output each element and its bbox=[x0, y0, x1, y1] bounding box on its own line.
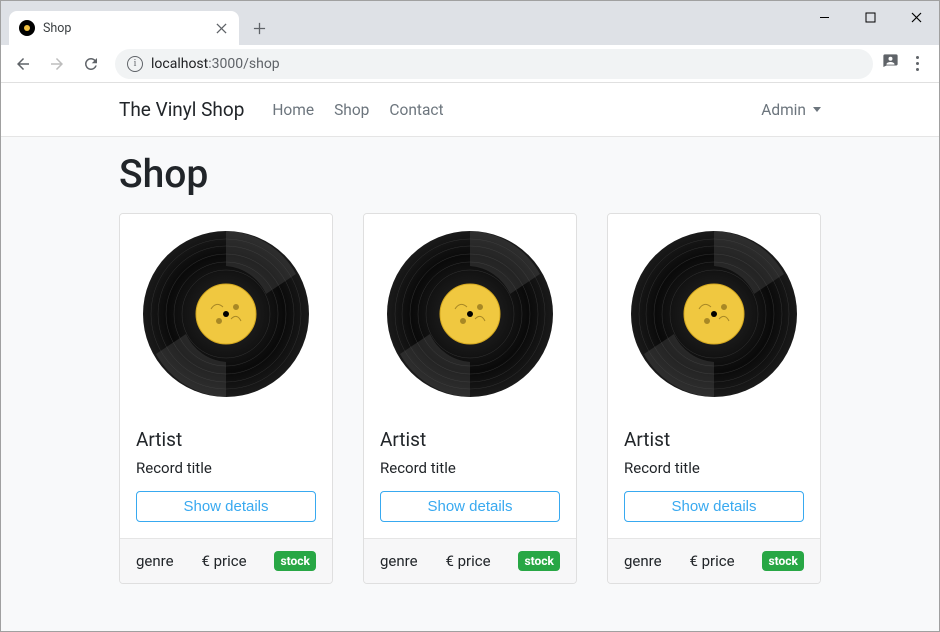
tab-close-button[interactable] bbox=[214, 17, 229, 40]
reload-button[interactable] bbox=[75, 48, 107, 80]
product-price: € price bbox=[445, 552, 490, 570]
nav-link-shop[interactable]: Shop bbox=[324, 95, 379, 125]
page-title: Shop bbox=[119, 151, 821, 197]
favicon-icon bbox=[19, 20, 35, 36]
site-info-icon[interactable]: i bbox=[127, 56, 143, 72]
new-tab-button[interactable] bbox=[245, 14, 273, 42]
url-host: localhost bbox=[151, 56, 208, 72]
window-close-button[interactable] bbox=[893, 1, 939, 33]
browser-menu-button[interactable] bbox=[908, 52, 927, 75]
admin-dropdown[interactable]: Admin bbox=[761, 101, 821, 119]
product-genre: genre bbox=[624, 552, 662, 570]
tab-title: Shop bbox=[43, 21, 214, 36]
product-image bbox=[364, 214, 576, 414]
show-details-button[interactable]: Show details bbox=[624, 491, 804, 522]
product-price: € price bbox=[201, 552, 246, 570]
vinyl-record-icon bbox=[141, 229, 311, 399]
product-artist: Artist bbox=[380, 428, 560, 451]
vinyl-record-icon bbox=[629, 229, 799, 399]
stock-badge: stock bbox=[762, 551, 804, 571]
site-brand[interactable]: The Vinyl Shop bbox=[119, 98, 244, 121]
product-artist: Artist bbox=[624, 428, 804, 451]
product-image bbox=[608, 214, 820, 414]
product-title: Record title bbox=[136, 459, 316, 477]
browser-toolbar: i localhost:3000/shop bbox=[1, 45, 939, 83]
window-titlebar: Shop bbox=[1, 1, 939, 45]
product-card: Artist Record title Show details genre €… bbox=[363, 213, 577, 584]
product-price: € price bbox=[689, 552, 734, 570]
product-genre: genre bbox=[136, 552, 174, 570]
page-viewport[interactable]: The Vinyl Shop Home Shop Contact Admin S… bbox=[1, 83, 939, 631]
account-icon[interactable] bbox=[881, 52, 900, 75]
window-maximize-button[interactable] bbox=[847, 1, 893, 33]
window-minimize-button[interactable] bbox=[801, 1, 847, 33]
show-details-button[interactable]: Show details bbox=[136, 491, 316, 522]
address-bar[interactable]: i localhost:3000/shop bbox=[115, 49, 873, 79]
stock-badge: stock bbox=[274, 551, 316, 571]
window-controls bbox=[801, 1, 939, 33]
site-navbar: The Vinyl Shop Home Shop Contact Admin bbox=[1, 83, 939, 137]
stock-badge: stock bbox=[518, 551, 560, 571]
nav-link-contact[interactable]: Contact bbox=[379, 95, 453, 125]
browser-tab[interactable]: Shop bbox=[9, 11, 239, 45]
nav-link-home[interactable]: Home bbox=[262, 95, 324, 125]
browser-window: Shop bbox=[0, 0, 940, 632]
vinyl-record-icon bbox=[385, 229, 555, 399]
product-title: Record title bbox=[380, 459, 560, 477]
product-card: Artist Record title Show details genre €… bbox=[607, 213, 821, 584]
url-text: localhost:3000/shop bbox=[151, 56, 280, 72]
product-grid: Artist Record title Show details genre €… bbox=[119, 213, 821, 584]
admin-label: Admin bbox=[761, 101, 806, 119]
forward-button[interactable] bbox=[41, 48, 73, 80]
product-card: Artist Record title Show details genre €… bbox=[119, 213, 333, 584]
product-title: Record title bbox=[624, 459, 804, 477]
back-button[interactable] bbox=[7, 48, 39, 80]
chevron-down-icon bbox=[813, 107, 821, 112]
product-image bbox=[120, 214, 332, 414]
url-path: :3000/shop bbox=[208, 56, 279, 72]
show-details-button[interactable]: Show details bbox=[380, 491, 560, 522]
product-artist: Artist bbox=[136, 428, 316, 451]
product-genre: genre bbox=[380, 552, 418, 570]
